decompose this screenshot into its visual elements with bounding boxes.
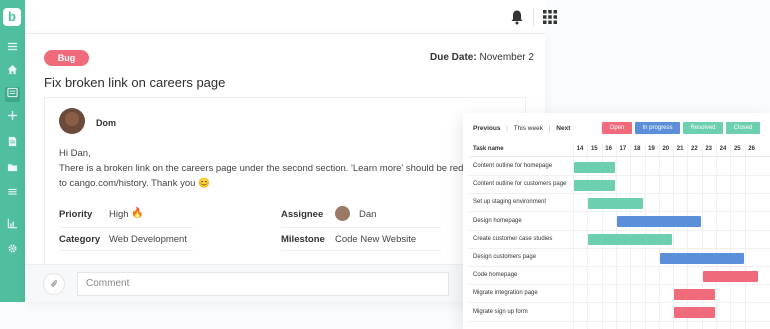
message-line: Hi Dan, xyxy=(59,148,91,159)
flame-icon: 🔥 xyxy=(131,208,144,219)
grid-line xyxy=(687,144,689,329)
day-header: 26 xyxy=(748,146,755,152)
due-date-value: November 2 xyxy=(479,52,534,63)
day-header: 22 xyxy=(691,146,698,152)
task-name: Create customer case studies xyxy=(473,235,553,242)
day-header: 15 xyxy=(590,146,598,152)
day-header: 19 xyxy=(648,146,655,152)
task-bar[interactable] xyxy=(574,179,615,191)
gantt-chart: Previous | This week | Next Open In prog… xyxy=(463,113,770,329)
this-week-link[interactable]: This week xyxy=(514,125,543,132)
task-bar[interactable] xyxy=(588,197,644,209)
task-name: Set up staging environment xyxy=(473,199,547,206)
day-header: 14 xyxy=(576,146,584,152)
comment-input[interactable]: Comment xyxy=(77,272,449,296)
task-name: Code homepage xyxy=(473,272,518,279)
due-date-label: Due Date: xyxy=(430,52,477,63)
task-name: Content outline for customers page xyxy=(473,181,567,188)
message-line: There is a broken link on the careers pa… xyxy=(59,163,492,174)
day-header: 16 xyxy=(605,146,612,152)
assignee-label: Assignee xyxy=(281,209,324,220)
task-name-header: Task name xyxy=(473,146,504,152)
milestone-value: Code New Website xyxy=(335,234,417,245)
task-row[interactable]: Content outline for homepage xyxy=(469,158,770,176)
message-line: to cango.com/history. Thank you 😊 xyxy=(59,178,210,189)
menu-icon[interactable] xyxy=(5,41,20,56)
day-header: 18 xyxy=(633,146,641,152)
avatar xyxy=(59,108,85,134)
task-row[interactable]: Content outline for customers page xyxy=(469,176,770,195)
app-logo[interactable]: b xyxy=(3,8,21,26)
task-bar[interactable] xyxy=(702,270,758,282)
task-bar[interactable] xyxy=(588,234,673,246)
day-header: 25 xyxy=(733,146,741,152)
chart-icon[interactable] xyxy=(5,218,20,233)
task-row[interactable]: Migrate sign up form xyxy=(469,304,770,322)
git-icon[interactable] xyxy=(5,188,20,206)
gear-icon[interactable] xyxy=(5,243,20,258)
divider xyxy=(281,227,441,228)
day-header: 17 xyxy=(619,146,627,152)
due-date: Due Date: November 2 xyxy=(430,52,534,63)
grid-line xyxy=(730,144,732,329)
list-icon[interactable] xyxy=(5,87,20,102)
legend-closed[interactable]: Closed xyxy=(726,122,760,134)
category-label: Category xyxy=(59,234,101,245)
ticket-title: Fix broken link on careers page xyxy=(44,75,226,90)
grid-line xyxy=(716,144,717,329)
priority-label: Priority xyxy=(59,209,93,220)
home-icon[interactable] xyxy=(5,64,20,79)
document-icon[interactable] xyxy=(5,136,20,151)
priority-value: High xyxy=(109,209,129,220)
task-name: Design customers page xyxy=(473,254,537,260)
paperclip-icon[interactable] xyxy=(43,273,65,295)
task-name: Migrate integration page xyxy=(473,290,538,297)
message-box: Dom Hi Dan, There is a broken link on th… xyxy=(44,97,526,267)
task-row[interactable]: Migrate integration page xyxy=(469,285,770,304)
plus-icon[interactable] xyxy=(5,110,20,125)
divider xyxy=(59,250,193,251)
task-name: Content outline for homepage xyxy=(473,163,553,169)
category-value: Web Development xyxy=(109,234,187,245)
milestone-label: Milestone xyxy=(281,234,325,245)
day-header: 21 xyxy=(676,146,684,152)
app-window: b Bug Due Date: November 2 Fix broken li… xyxy=(0,0,770,329)
divider xyxy=(59,227,193,228)
sidebar: b xyxy=(0,0,25,302)
task-bar[interactable] xyxy=(659,252,744,264)
grid-line xyxy=(673,144,675,329)
gantt-nav: Previous | This week | Next xyxy=(473,125,570,132)
legend-resolved[interactable]: Resolved xyxy=(683,122,723,134)
divider xyxy=(533,8,534,26)
bell-icon[interactable] xyxy=(510,9,524,25)
legend-in-progress[interactable]: In progress xyxy=(635,122,680,134)
divider xyxy=(281,250,441,251)
task-bar[interactable] xyxy=(674,288,715,300)
message-body: Hi Dan, There is a broken link on the ca… xyxy=(59,146,519,191)
nav-separator: | xyxy=(548,125,551,132)
task-bar[interactable] xyxy=(674,307,715,319)
gantt-header-row: Task name 14 15 16 17 18 19 20 21 22 23 24 25 26 xyxy=(469,144,770,157)
previous-link[interactable]: Previous xyxy=(473,125,500,132)
day-header: 23 xyxy=(705,146,713,152)
apps-grid-icon[interactable] xyxy=(543,10,557,24)
next-link[interactable]: Next xyxy=(556,125,570,132)
top-bar xyxy=(25,0,557,34)
assignee-avatar xyxy=(335,206,350,221)
task-bar[interactable] xyxy=(574,161,615,173)
task-name: Design homepage xyxy=(473,217,522,224)
folder-icon[interactable] xyxy=(5,162,20,177)
task-name: Migrate sign up form xyxy=(473,308,528,315)
nav-separator: | xyxy=(506,125,508,132)
type-badge[interactable]: Bug xyxy=(44,50,89,66)
grid-line xyxy=(744,144,746,329)
day-header: 20 xyxy=(662,146,670,152)
grid-line xyxy=(701,144,703,329)
task-bar[interactable] xyxy=(616,216,701,228)
day-header: 24 xyxy=(719,146,727,152)
legend-open[interactable]: Open xyxy=(602,122,632,134)
assignee-value[interactable]: Dan xyxy=(359,209,376,220)
author-name: Dom xyxy=(96,118,116,128)
